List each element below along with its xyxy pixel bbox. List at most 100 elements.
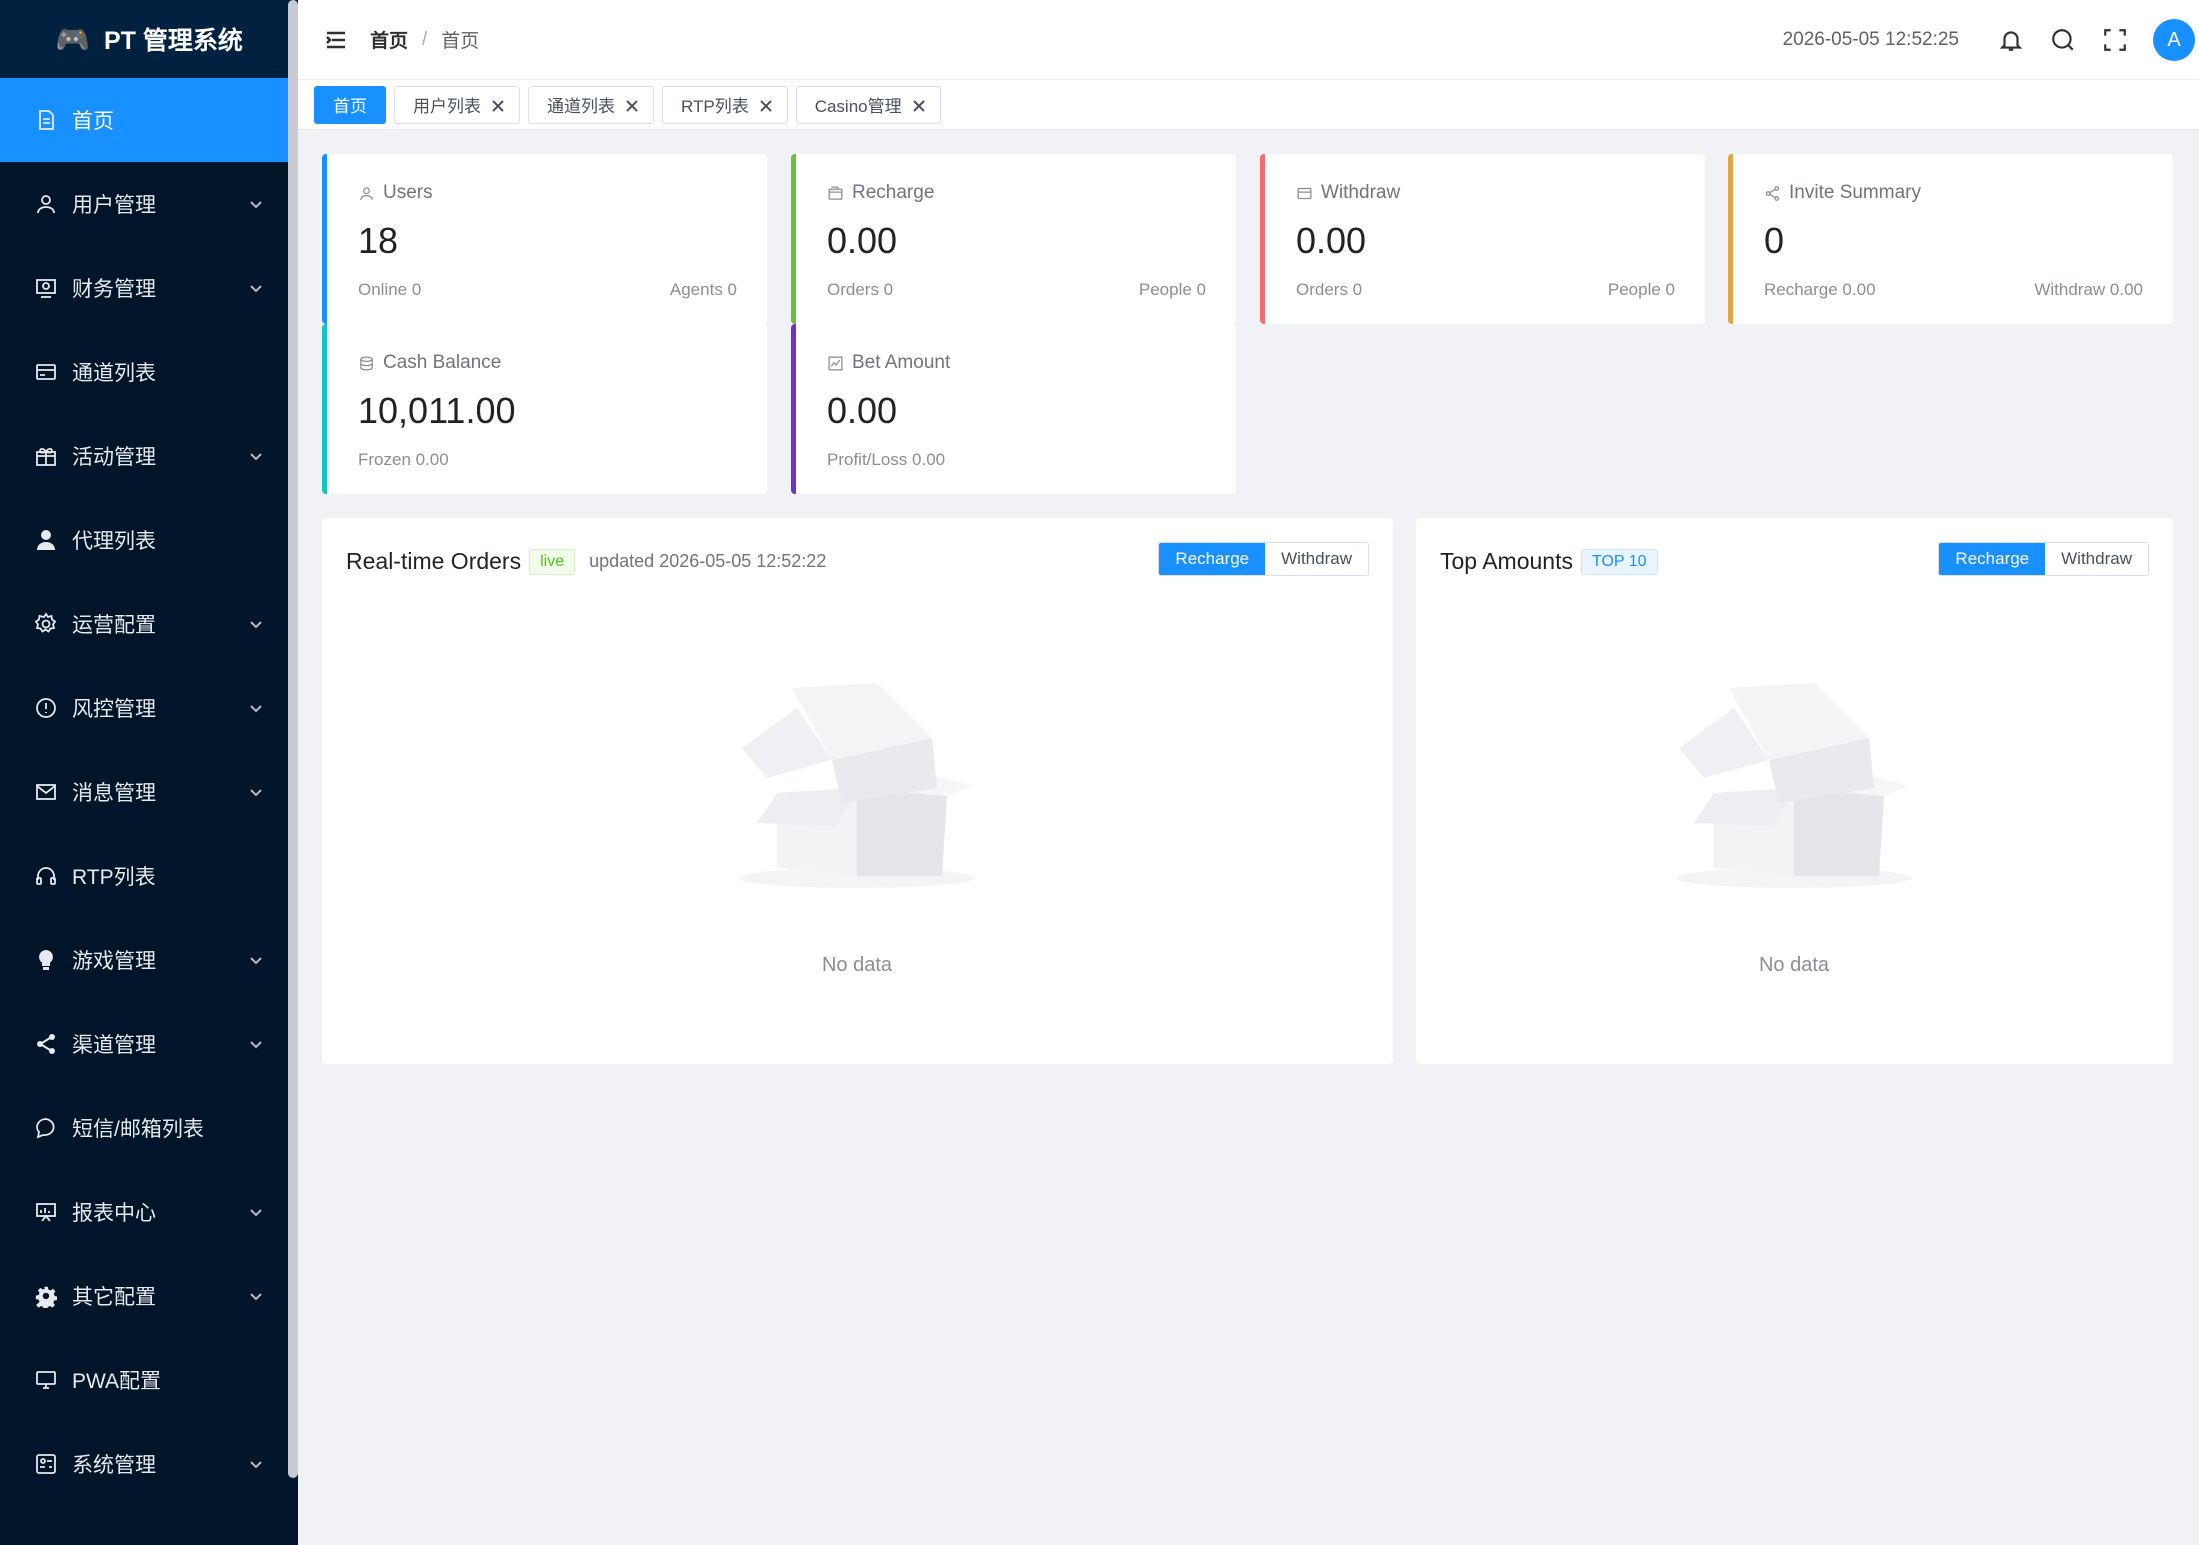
card-icon <box>1297 187 1312 199</box>
chevron-down-icon <box>248 1454 264 1470</box>
bulb-icon <box>34 948 58 972</box>
brand-title: PT 管理系统 <box>103 27 243 55</box>
tab-home[interactable]: 首页 <box>314 85 386 124</box>
sidebar-item-label: 风控管理 <box>72 698 156 721</box>
stat-card-withdraw: Withdraw 0.00 Orders 0 People 0 <box>1260 154 1705 324</box>
empty-state-text: No data <box>1758 954 1830 976</box>
empty-box-icon <box>737 668 977 928</box>
menu-toggle-icon[interactable] <box>324 28 348 52</box>
sidebar-item-label: 通道列表 <box>72 362 156 385</box>
panel-title: Top Amounts TOP 10 <box>1440 548 1658 575</box>
brand[interactable]: 🎮 PT 管理系统 <box>0 0 298 78</box>
card-sub-right: Agents 0 <box>669 280 737 299</box>
card-label-text: Users <box>383 182 433 203</box>
clock: 2026-05-05 12:52:25 <box>1782 29 1959 50</box>
chevron-down-icon <box>248 446 264 462</box>
card-accent <box>322 324 327 494</box>
warning-circle-icon <box>34 696 58 720</box>
withdraw-toggle-button[interactable]: Withdraw <box>2045 543 2148 575</box>
card-icon <box>34 360 58 384</box>
sidebar-item-pwa[interactable]: PWA配置 <box>0 1338 298 1422</box>
breadcrumb: 首页 / 首页 <box>370 26 479 53</box>
fullscreen-icon[interactable] <box>2100 25 2130 55</box>
sidebar-item-label: 系统管理 <box>72 1454 156 1477</box>
empty-box-icon <box>1674 668 1914 928</box>
sidebar-item-label: PWA配置 <box>72 1370 162 1393</box>
card-label: Users <box>358 182 433 204</box>
sidebar-item-distribution[interactable]: 渠道管理 <box>0 1002 298 1086</box>
realtime-orders-panel: Real-time Orders live updated 2026-05-05… <box>322 518 1393 1064</box>
withdraw-toggle-button[interactable]: Withdraw <box>1265 543 1368 575</box>
tab-label: 首页 <box>333 97 367 116</box>
card-sub-left: Profit/Loss 0.00 <box>827 450 946 469</box>
close-icon[interactable] <box>912 98 926 112</box>
chevron-down-icon <box>248 278 264 294</box>
card-label-text: Recharge <box>852 182 935 203</box>
mail-icon <box>34 780 58 804</box>
sidebar-item-label: 其它配置 <box>72 1286 156 1309</box>
sidebar-item-label: 用户管理 <box>72 194 156 217</box>
sidebar-item-ops-config[interactable]: 运营配置 <box>0 582 298 666</box>
gear-icon <box>34 612 58 636</box>
sidebar-item-system[interactable]: 系统管理 <box>0 1422 298 1506</box>
chevron-down-icon <box>248 614 264 630</box>
search-icon[interactable] <box>2048 25 2078 55</box>
tabs-bar: 首页 用户列表 通道列表 RTP列表 Casino管理 <box>298 80 2199 130</box>
close-icon[interactable] <box>625 98 639 112</box>
share-icon <box>1765 185 1780 201</box>
card-sub-right: Withdraw 0.00 <box>2034 280 2143 299</box>
card-value: 0.00 <box>827 390 898 431</box>
sidebar-item-reports[interactable]: 报表中心 <box>0 1170 298 1254</box>
user-icon <box>34 192 58 216</box>
bell-icon[interactable] <box>1996 25 2026 55</box>
top-type-toggle: Recharge Withdraw <box>1938 542 2149 576</box>
card-sub-left: Orders 0 <box>827 280 894 299</box>
stat-card-users: Users 18 Online 0 Agents 0 <box>322 154 767 324</box>
sidebar-item-risk[interactable]: 风控管理 <box>0 666 298 750</box>
sidebar-item-activity[interactable]: 活动管理 <box>0 414 298 498</box>
header-actions: 2026-05-05 12:52:25 A <box>1783 0 2199 80</box>
gift-icon <box>34 444 58 468</box>
card-value: 10,011.00 <box>358 390 516 431</box>
sidebar-item-label: 短信/邮箱列表 <box>72 1118 204 1141</box>
tab-channel-list[interactable]: 通道列表 <box>528 85 654 124</box>
card-sub-left: Orders 0 <box>1296 280 1363 299</box>
breadcrumb-item: 首页 <box>441 31 480 52</box>
sidebar-item-home[interactable]: 首页 <box>0 78 298 162</box>
tab-casino[interactable]: Casino管理 <box>795 85 941 124</box>
sidebar-item-sms-email[interactable]: 短信/邮箱列表 <box>0 1086 298 1170</box>
monitor-icon <box>34 1368 58 1392</box>
chart-board-icon <box>34 1200 58 1224</box>
chevron-down-icon <box>248 698 264 714</box>
chevron-down-icon <box>248 1202 264 1218</box>
card-label: Bet Amount <box>827 352 950 374</box>
sidebar-item-finance[interactable]: 财务管理 <box>0 246 298 330</box>
card-sub-left: Recharge 0.00 <box>1764 280 1876 299</box>
sidebar-item-rtp[interactable]: RTP列表 <box>0 834 298 918</box>
card-value: 0.00 <box>1296 220 1367 261</box>
sidebar-item-agents[interactable]: 代理列表 <box>0 498 298 582</box>
sidebar-item-label: 游戏管理 <box>72 950 156 973</box>
avatar[interactable]: A <box>2153 19 2195 61</box>
tab-label: Casino管理 <box>814 97 902 116</box>
live-badge: live <box>529 548 576 575</box>
chat-icon <box>34 1116 58 1140</box>
breadcrumb-item[interactable]: 首页 <box>370 26 408 53</box>
recharge-toggle-button[interactable]: Recharge <box>1159 543 1266 575</box>
card-value: 0 <box>1764 220 1785 261</box>
tab-rtp-list[interactable]: RTP列表 <box>662 85 788 124</box>
stat-card-invite: Invite Summary 0 Recharge 0.00 Withdraw … <box>1728 154 2173 324</box>
sidebar-item-messages[interactable]: 消息管理 <box>0 750 298 834</box>
tab-user-list[interactable]: 用户列表 <box>394 85 520 124</box>
card-value: 18 <box>358 220 399 261</box>
tab-label: 通道列表 <box>547 97 615 116</box>
sidebar-item-other-config[interactable]: 其它配置 <box>0 1254 298 1338</box>
recharge-toggle-button[interactable]: Recharge <box>1939 543 2046 575</box>
close-icon[interactable] <box>759 98 773 112</box>
sidebar-item-games[interactable]: 游戏管理 <box>0 918 298 1002</box>
sidebar-item-user-mgmt[interactable]: 用户管理 <box>0 162 298 246</box>
sidebar-scrollbar[interactable] <box>288 0 298 1478</box>
sidebar-item-channels[interactable]: 通道列表 <box>0 330 298 414</box>
card-label-text: Withdraw <box>1321 182 1401 203</box>
close-icon[interactable] <box>491 98 505 112</box>
